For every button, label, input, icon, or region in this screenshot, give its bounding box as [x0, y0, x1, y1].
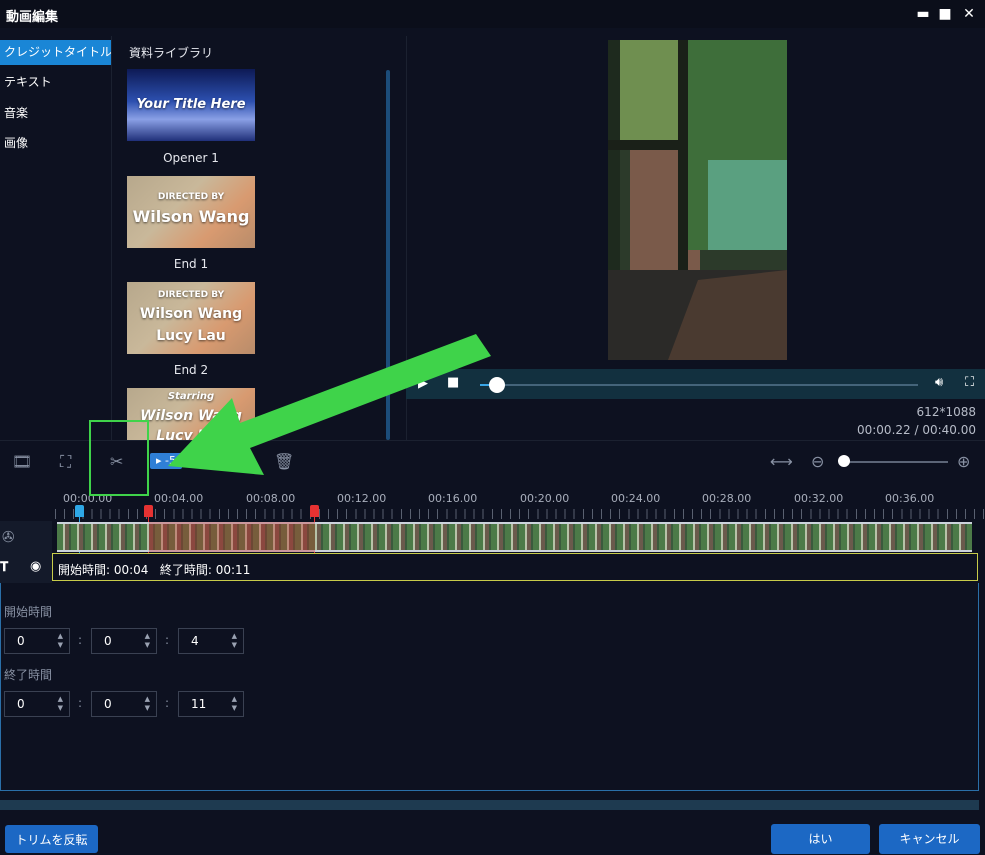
- annotation-arrow-icon: [168, 334, 491, 475]
